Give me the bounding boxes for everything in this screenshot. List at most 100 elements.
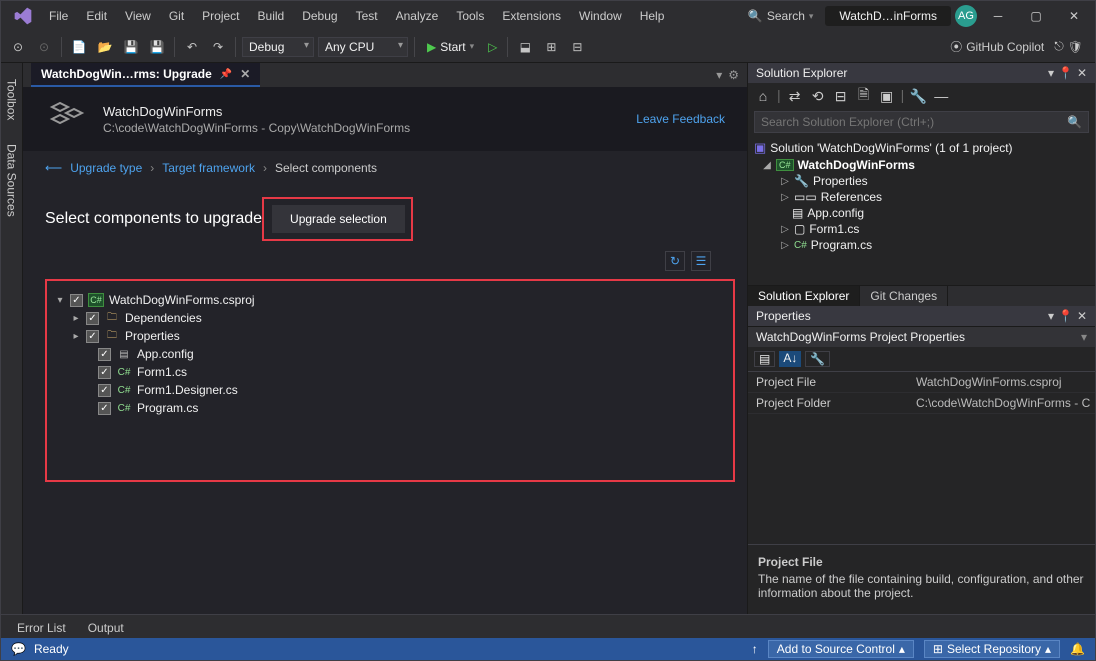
expander-icon[interactable]: ▾ bbox=[55, 295, 65, 306]
search-button[interactable]: 🔍 Search ▾ bbox=[740, 7, 822, 25]
add-source-control-button[interactable]: Add to Source Control▴ bbox=[768, 640, 914, 658]
sync-icon[interactable]: ⟲ bbox=[809, 87, 827, 105]
share-icon[interactable]: ⎋ bbox=[1054, 39, 1064, 54]
tree-row-program[interactable]: ✓C#Program.cs bbox=[53, 399, 727, 417]
checkbox[interactable]: ✓ bbox=[70, 294, 83, 307]
checkbox[interactable]: ✓ bbox=[86, 312, 99, 325]
project-selector[interactable]: WatchD…inForms bbox=[825, 6, 951, 26]
expander-icon[interactable]: ▷ bbox=[780, 192, 790, 203]
crumb-upgrade-type[interactable]: Upgrade type bbox=[70, 161, 142, 175]
start-button[interactable]: ▶ Start ▾ bbox=[421, 38, 480, 56]
crumb-target-framework[interactable]: Target framework bbox=[162, 161, 255, 175]
pin-icon[interactable]: 📍 bbox=[1058, 66, 1073, 80]
maximize-button[interactable]: ▢ bbox=[1019, 2, 1053, 30]
menu-git[interactable]: Git bbox=[161, 5, 192, 27]
menu-window[interactable]: Window bbox=[571, 5, 630, 27]
new-icon[interactable]: 📄 bbox=[68, 36, 90, 58]
expander-icon[interactable]: ▷ bbox=[780, 176, 790, 187]
expander-icon[interactable]: ◢ bbox=[762, 160, 772, 171]
checkbox[interactable]: ✓ bbox=[98, 348, 111, 361]
solution-tree[interactable]: ▣Solution 'WatchDogWinForms' (1 of 1 pro… bbox=[748, 135, 1095, 257]
tree-row-dependencies[interactable]: ▸✓🗀Dependencies bbox=[53, 309, 727, 327]
save-icon[interactable]: 💾 bbox=[120, 36, 142, 58]
tree-row-form1[interactable]: ✓C#Form1.cs bbox=[53, 363, 727, 381]
checkbox[interactable]: ✓ bbox=[98, 402, 111, 415]
notifications-icon[interactable]: 🔔 bbox=[1070, 642, 1085, 656]
refresh-icon[interactable]: ↻ bbox=[665, 251, 685, 271]
redo-icon[interactable]: ↷ bbox=[207, 36, 229, 58]
close-icon[interactable]: ✕ bbox=[1077, 309, 1087, 323]
solution-explorer-search[interactable]: 🔍 bbox=[754, 111, 1089, 133]
saveall-icon[interactable]: 💾 bbox=[146, 36, 168, 58]
upgrade-tab[interactable]: WatchDogWin…rms: Upgrade 📌 ✕ bbox=[31, 63, 260, 87]
expander-icon[interactable]: ▸ bbox=[71, 331, 81, 342]
project-node[interactable]: WatchDogWinForms bbox=[798, 158, 915, 172]
properties-header[interactable]: Properties ▾📍✕ bbox=[748, 306, 1095, 326]
menu-analyze[interactable]: Analyze bbox=[388, 5, 447, 27]
tree-row-project[interactable]: ▾✓C#WatchDogWinForms.csproj bbox=[53, 291, 727, 309]
gear-icon[interactable]: ⚙ bbox=[728, 68, 739, 82]
tree-item-form1[interactable]: Form1.cs bbox=[809, 222, 859, 236]
tab-solution-explorer[interactable]: Solution Explorer bbox=[748, 286, 860, 306]
pin-icon[interactable]: 📌 bbox=[220, 69, 232, 80]
select-repository-button[interactable]: ⊞Select Repository▴ bbox=[924, 640, 1060, 658]
preview-icon[interactable]: ▣ bbox=[878, 87, 896, 105]
output-tab[interactable]: Output bbox=[84, 618, 128, 638]
menu-view[interactable]: View bbox=[117, 5, 159, 27]
config-dropdown[interactable]: Debug bbox=[242, 37, 314, 57]
open-icon[interactable]: 📂 bbox=[94, 36, 116, 58]
tb-extra1-icon[interactable]: ⬓ bbox=[514, 36, 536, 58]
categorize-icon[interactable]: ▤ bbox=[754, 351, 775, 367]
tree-item-references[interactable]: References bbox=[821, 190, 882, 204]
tree-item-properties[interactable]: Properties bbox=[813, 174, 868, 188]
solution-label[interactable]: Solution 'WatchDogWinForms' (1 of 1 proj… bbox=[770, 141, 1012, 155]
checkbox[interactable]: ✓ bbox=[98, 366, 111, 379]
forward-icon[interactable]: ⊙ bbox=[33, 36, 55, 58]
switch-icon[interactable]: ⇄ bbox=[786, 87, 804, 105]
leave-feedback-link[interactable]: Leave Feedback bbox=[636, 112, 725, 126]
showall-icon[interactable]: 🗎 bbox=[855, 87, 873, 105]
menu-debug[interactable]: Debug bbox=[294, 5, 345, 27]
filter-icon[interactable]: — bbox=[932, 87, 950, 105]
menu-test[interactable]: Test bbox=[348, 5, 386, 27]
menu-build[interactable]: Build bbox=[250, 5, 293, 27]
data-sources-tab[interactable]: Data Sources bbox=[3, 140, 21, 221]
tree-item-appconfig[interactable]: App.config bbox=[807, 206, 864, 220]
toolbox-tab[interactable]: Toolbox bbox=[3, 75, 21, 124]
upgrade-selection-button[interactable]: Upgrade selection bbox=[272, 205, 405, 233]
solution-explorer-header[interactable]: Solution Explorer ▾📍✕ bbox=[748, 63, 1095, 83]
undo-icon[interactable]: ↶ bbox=[181, 36, 203, 58]
properties-grid[interactable]: Project FileWatchDogWinForms.csproj Proj… bbox=[748, 371, 1095, 414]
tb-extra3-icon[interactable]: ⊟ bbox=[566, 36, 588, 58]
back-icon[interactable]: ⊙ bbox=[7, 36, 29, 58]
platform-dropdown[interactable]: Any CPU bbox=[318, 37, 408, 57]
close-icon[interactable]: ✕ bbox=[1077, 66, 1087, 80]
search-input[interactable] bbox=[761, 115, 1067, 129]
wrench-icon[interactable]: 🔧 bbox=[909, 87, 927, 105]
alphabetize-icon[interactable]: A↓ bbox=[779, 351, 801, 367]
pin-icon[interactable]: 📍 bbox=[1058, 309, 1073, 323]
expander-icon[interactable]: ▷ bbox=[780, 224, 790, 235]
properties-object-dropdown[interactable]: WatchDogWinForms Project Properties▾ bbox=[748, 327, 1095, 347]
close-tab-icon[interactable]: ✕ bbox=[240, 67, 250, 81]
property-value[interactable]: WatchDogWinForms.csproj bbox=[908, 372, 1095, 392]
github-copilot-button[interactable]: ⦿ GitHub Copilot ⎋ 🛡 bbox=[950, 38, 1089, 55]
tb-extra2-icon[interactable]: ⊞ bbox=[540, 36, 562, 58]
menu-help[interactable]: Help bbox=[632, 5, 673, 27]
close-button[interactable]: ✕ bbox=[1057, 2, 1091, 30]
start-no-debug-icon[interactable]: ▷ bbox=[484, 40, 501, 54]
tree-row-appconfig[interactable]: ✓▤App.config bbox=[53, 345, 727, 363]
property-value[interactable]: C:\code\WatchDogWinForms - C bbox=[908, 393, 1095, 413]
collapse-icon[interactable]: ⊟ bbox=[832, 87, 850, 105]
admin-icon[interactable]: 🛡 bbox=[1068, 40, 1083, 54]
dropdown-icon[interactable]: ▾ bbox=[1048, 66, 1054, 80]
dropdown-icon[interactable]: ▾ bbox=[1048, 309, 1054, 323]
home-icon[interactable]: ⌂ bbox=[754, 87, 772, 105]
error-list-tab[interactable]: Error List bbox=[13, 618, 70, 638]
list-icon[interactable]: ☰ bbox=[691, 251, 711, 271]
menu-file[interactable]: File bbox=[41, 5, 76, 27]
menu-project[interactable]: Project bbox=[194, 5, 247, 27]
props-wrench-icon[interactable]: 🔧 bbox=[805, 351, 830, 367]
tree-row-properties[interactable]: ▸✓🗀Properties bbox=[53, 327, 727, 345]
tab-dropdown-icon[interactable]: ▾ bbox=[716, 68, 722, 82]
